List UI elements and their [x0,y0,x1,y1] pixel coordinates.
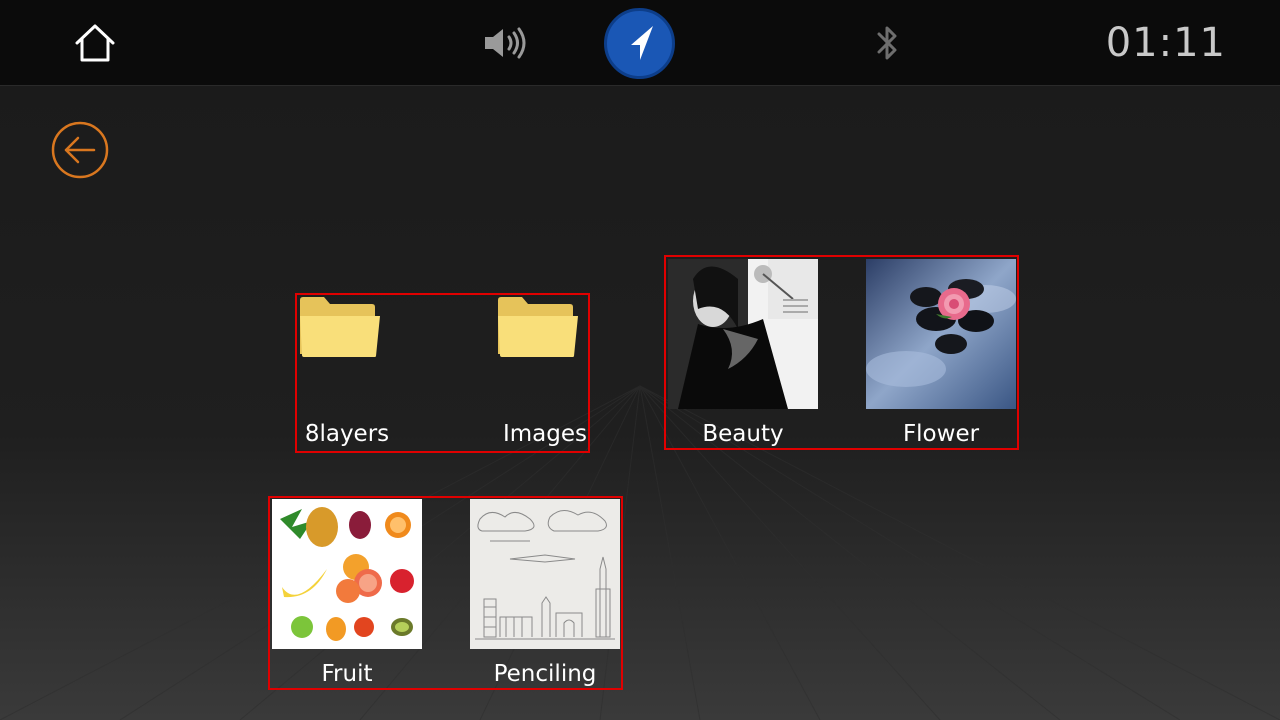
fruit-thumbnail [272,499,422,649]
navigation-button[interactable] [603,7,676,80]
back-button[interactable] [50,120,110,180]
folder-icon [498,297,578,357]
penciling-thumbnail [470,499,620,649]
volume-icon[interactable] [476,20,530,66]
folder-item-images[interactable]: Images [496,296,588,450]
folder-icon [300,297,380,357]
back-arrow-icon [51,121,109,179]
photo-label: Fruit [321,661,373,687]
beauty-thumbnail [668,259,818,409]
folder-label: 8layers [304,421,390,447]
flower-thumbnail [866,259,1016,409]
folder-item-8layers[interactable]: 8layers [298,296,440,450]
photo-item-penciling[interactable]: Penciling [470,499,620,689]
photo-item-fruit[interactable]: Fruit [272,499,422,689]
bluetooth-icon[interactable] [866,18,910,68]
photo-label: Beauty [702,421,784,447]
status-bar: 01:11 [0,0,1280,86]
clock: 01:11 [1105,20,1226,66]
photo-label: Flower [902,421,980,447]
photo-item-beauty[interactable]: Beauty [668,259,818,449]
background-floor [0,86,1280,720]
gallery-area [0,86,1280,720]
home-icon[interactable] [70,18,120,68]
photo-label: Penciling [493,661,597,687]
navigation-arrow-icon [604,8,675,79]
folder-label: Images [502,421,587,447]
photo-item-flower[interactable]: Flower [866,259,1016,449]
